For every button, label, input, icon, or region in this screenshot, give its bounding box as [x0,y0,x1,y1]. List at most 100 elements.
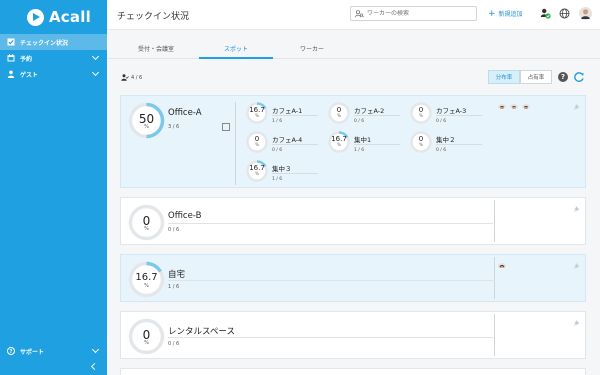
calendar-icon [7,54,15,62]
sub-area-cafe-a3[interactable]: 0% カフェA-3 0 / 6 [410,102,490,128]
play-logo-icon [27,8,44,26]
sub-occupancy-value: 0% [418,135,424,147]
occupancy-value: 50 % [138,112,155,130]
sub-area-focus-1[interactable]: 16.7% 集中1 1 / 6 [328,131,408,157]
sub-divider [354,144,400,145]
sub-divider [272,144,318,145]
occupancy-rate-button[interactable]: 占有率 [520,70,552,84]
help-icon[interactable]: ? [558,72,568,82]
logo[interactable]: Acall [0,0,107,34]
active-tab-indicator [199,57,273,59]
card-divider-line [168,337,493,338]
sub-area-cafe-a1[interactable]: 16.7% カフェA-1 1 / 6 [246,102,326,128]
sub-area-focus-2[interactable]: 0% 集中２ 0 / 6 [410,131,490,157]
card-divider [494,314,495,356]
add-new-button[interactable]: + 新規追加 [488,9,523,18]
location-card-office-a[interactable]: 50 % Office-A 3 / 6 16.7% カフェA-1 1 / 6 0… [120,95,586,188]
sidebar-item-label: チェックイン状況 [20,39,69,47]
chevron-down-icon [91,68,100,77]
sub-divider [436,115,482,116]
avatar[interactable] [497,99,507,109]
pin-icon[interactable] [573,262,580,269]
globe-icon[interactable] [559,8,570,19]
avatar[interactable] [497,258,507,268]
location-name: 自宅 [168,270,186,280]
user-count-value: 4 / 6 [131,74,143,81]
status-check-icon[interactable] [540,8,551,19]
card-divider [235,102,236,185]
sub-area-count: 0 / 6 [436,119,447,124]
sub-area-count: 0 / 6 [436,148,447,153]
plus-icon: + [488,8,496,19]
card-divider [494,257,495,299]
card-divider-line [168,280,493,281]
collapse-sidebar-icon[interactable] [90,362,99,371]
chevron-down-icon [91,345,100,354]
avatar[interactable] [521,99,531,109]
sub-occupancy-value: 0% [418,106,424,118]
location-count: 0 / 6 [168,227,180,233]
sub-area-count: 0 / 6 [354,119,365,124]
sub-divider [354,115,400,116]
search-input[interactable] [367,10,467,17]
sidebar: Acall チェックイン状況 予約 ゲスト ? サポート [0,0,107,375]
sub-area-count: 1 / 6 [272,119,283,124]
user-avatar[interactable] [579,7,592,20]
tab-spot[interactable]: スポット [199,44,273,53]
location-count: 1 / 6 [168,284,180,290]
tab-worker[interactable]: ワーカー [277,44,347,53]
sidebar-item-checkin[interactable]: チェックイン状況 [0,34,107,50]
location-count: 0 / 6 [168,341,180,347]
pin-icon[interactable] [573,205,580,212]
person-check-icon [121,74,129,81]
sub-divider [436,144,482,145]
location-card-office-b[interactable]: 0 % Office-B 0 / 6 [120,197,586,245]
sub-occupancy-value: 16.7% [249,106,265,118]
occupancy-value: 0 % [142,328,151,346]
sidebar-item-label: 予約 [20,55,33,63]
refresh-icon[interactable] [573,71,585,83]
header: チェックイン状況 + 新規追加 [107,0,600,30]
sub-area-name: 集中３ [272,165,292,173]
chevron-down-icon [91,52,100,61]
question-circle-icon: ? [7,347,15,355]
sidebar-item-guest[interactable]: ゲスト [0,66,107,82]
distribution-rate-button[interactable]: 分布率 [488,70,520,84]
sub-occupancy-value: 0% [336,106,342,118]
checkbox-icon [7,38,15,46]
search-box[interactable] [350,6,477,21]
sub-area-name: カフェA-3 [436,107,467,115]
person-search-icon [355,9,364,17]
page-title: チェックイン状況 [117,12,190,22]
location-name: レンタルスペース [168,327,235,337]
tab-bar: 受付・会議室 スポット ワーカー [107,30,600,60]
expand-icon[interactable] [222,123,230,131]
sidebar-item-label: サポート [20,348,45,356]
location-card-partial[interactable] [120,368,586,375]
sidebar-item-support[interactable]: ? サポート [0,343,107,359]
location-name: Office-B [168,211,202,221]
card-divider-line [168,223,493,224]
location-name: Office-A [168,108,202,118]
sub-area-count: 1 / 6 [354,148,365,153]
sidebar-item-reservation[interactable]: 予約 [0,50,107,66]
pin-icon[interactable] [573,103,580,110]
pin-icon[interactable] [573,319,580,326]
sub-area-count: 0 / 6 [272,148,283,153]
sub-divider [272,173,318,174]
sub-area-cafe-a4[interactable]: 0% カフェA-4 0 / 6 [246,131,326,157]
sub-area-focus-3[interactable]: 16.7% 集中３ 1 / 6 [246,160,326,186]
occupancy-value: 0 % [142,214,151,232]
sub-occupancy-value: 16.7% [331,135,347,147]
sub-occupancy-value: 16.7% [249,164,265,176]
location-card-rental-space[interactable]: 0 % レンタルスペース 0 / 6 [120,311,586,359]
sub-area-cafe-a2[interactable]: 0% カフェA-2 0 / 6 [328,102,408,128]
tab-reception[interactable]: 受付・会議室 [121,44,191,53]
location-card-home[interactable]: 16.7 % 自宅 1 / 6 [120,254,586,302]
user-count: 4 / 6 [121,74,142,81]
tabs-divider [107,58,600,59]
sub-area-name: 集中1 [354,136,372,144]
avatar[interactable] [509,99,519,109]
sub-occupancy-value: 0% [254,135,260,147]
sub-area-name: カフェA-4 [272,136,303,144]
